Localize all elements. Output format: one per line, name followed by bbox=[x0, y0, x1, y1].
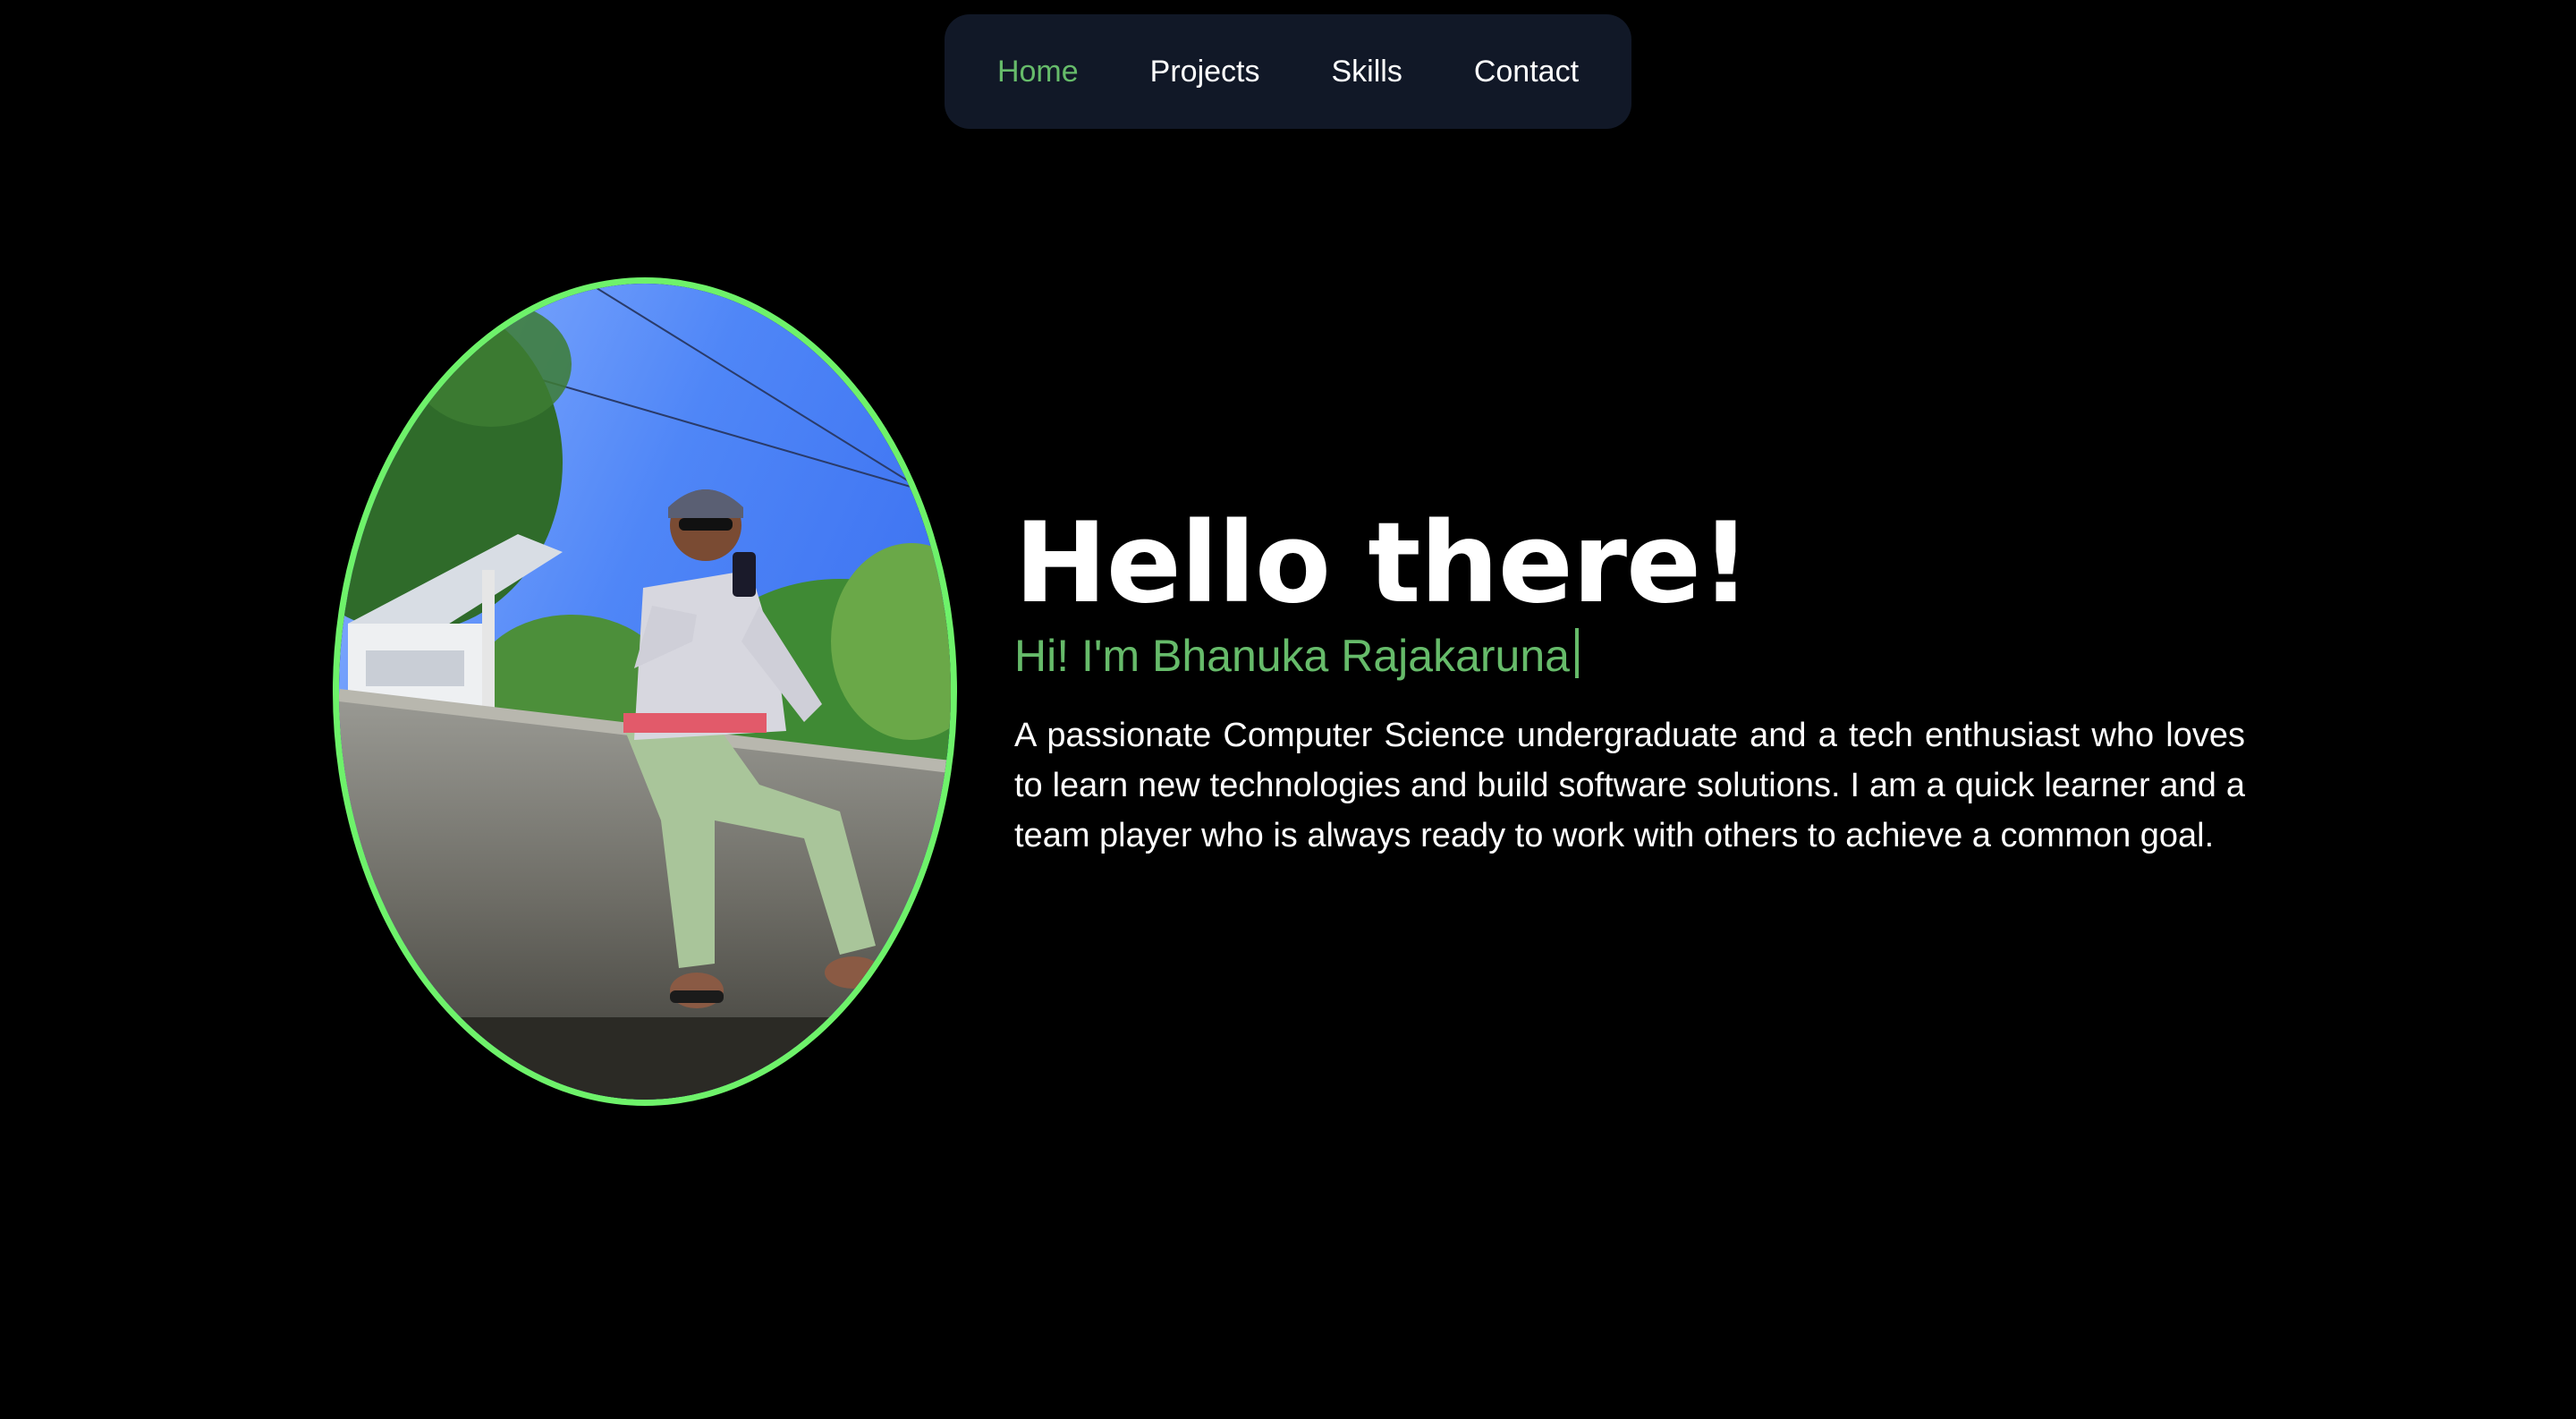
nav-contact-link[interactable]: Contact bbox=[1474, 55, 1579, 89]
hero-heading: Hello there! bbox=[1014, 499, 1751, 628]
nav-projects-link[interactable]: Projects bbox=[1150, 55, 1260, 89]
profile-photo-illustration bbox=[339, 284, 951, 1100]
hero-subtitle-text: Hi! I'm Bhanuka Rajakaruna bbox=[1014, 631, 1570, 681]
hero-description: A passionate Computer Science undergradu… bbox=[1014, 717, 2245, 854]
hero-section: Hello there! Hi! I'm Bhanuka Rajakaruna … bbox=[1014, 501, 2245, 895]
top-navbar: Home Projects Skills Contact bbox=[945, 14, 1631, 129]
nav-skills-link[interactable]: Skills bbox=[1332, 55, 1402, 89]
typing-cursor bbox=[1574, 628, 1579, 678]
profile-photo bbox=[333, 277, 957, 1106]
page: Home Projects Skills Contact Hello there… bbox=[0, 0, 2576, 1419]
hero-subtitle: Hi! I'm Bhanuka Rajakaruna bbox=[1014, 626, 2245, 685]
nav-home-link[interactable]: Home bbox=[997, 55, 1079, 89]
